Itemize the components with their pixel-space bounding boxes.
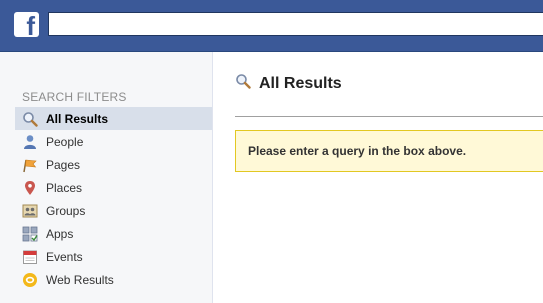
calendar-icon: [22, 249, 38, 265]
flag-icon: [22, 157, 38, 173]
web-icon: [22, 272, 38, 288]
filter-label-groups: Groups: [46, 203, 86, 218]
filter-item-pages[interactable]: Pages: [15, 153, 212, 176]
results-header: All Results: [235, 73, 342, 94]
search-input[interactable]: [48, 12, 543, 36]
top-navigation-bar: f: [0, 0, 543, 52]
filter-item-web-results[interactable]: Web Results: [15, 268, 212, 291]
person-icon: [22, 134, 38, 150]
magnifier-icon: [22, 111, 38, 127]
group-icon: [22, 203, 38, 219]
filter-list: All Results People Pages Places Groups A…: [15, 107, 212, 291]
map-pin-icon: [22, 180, 38, 196]
filter-label-all-results: All Results: [46, 111, 109, 126]
filter-item-groups[interactable]: Groups: [15, 199, 212, 222]
filter-item-all-results[interactable]: All Results: [15, 107, 212, 130]
filter-label-apps: Apps: [46, 226, 74, 241]
filter-item-places[interactable]: Places: [15, 176, 212, 199]
search-filters-sidebar: SEARCH FILTERS All Results People Pages …: [0, 52, 213, 303]
filter-label-pages: Pages: [46, 157, 81, 172]
notice-text: Please enter a query in the box above.: [248, 144, 467, 158]
magnifier-icon: [235, 73, 251, 94]
search-filters-title: SEARCH FILTERS: [22, 90, 127, 104]
filter-label-events: Events: [46, 249, 83, 264]
page-title: All Results: [259, 74, 342, 92]
facebook-logo[interactable]: f: [14, 12, 39, 37]
filter-label-web-results: Web Results: [46, 272, 114, 287]
logo-letter: f: [26, 12, 35, 37]
empty-query-notice: Please enter a query in the box above.: [235, 130, 543, 172]
filter-item-events[interactable]: Events: [15, 245, 212, 268]
apps-icon: [22, 226, 38, 242]
filter-item-people[interactable]: People: [15, 130, 212, 153]
filter-label-people: People: [46, 134, 84, 149]
filter-item-apps[interactable]: Apps: [15, 222, 212, 245]
filter-label-places: Places: [46, 180, 83, 195]
header-divider: [235, 116, 543, 117]
